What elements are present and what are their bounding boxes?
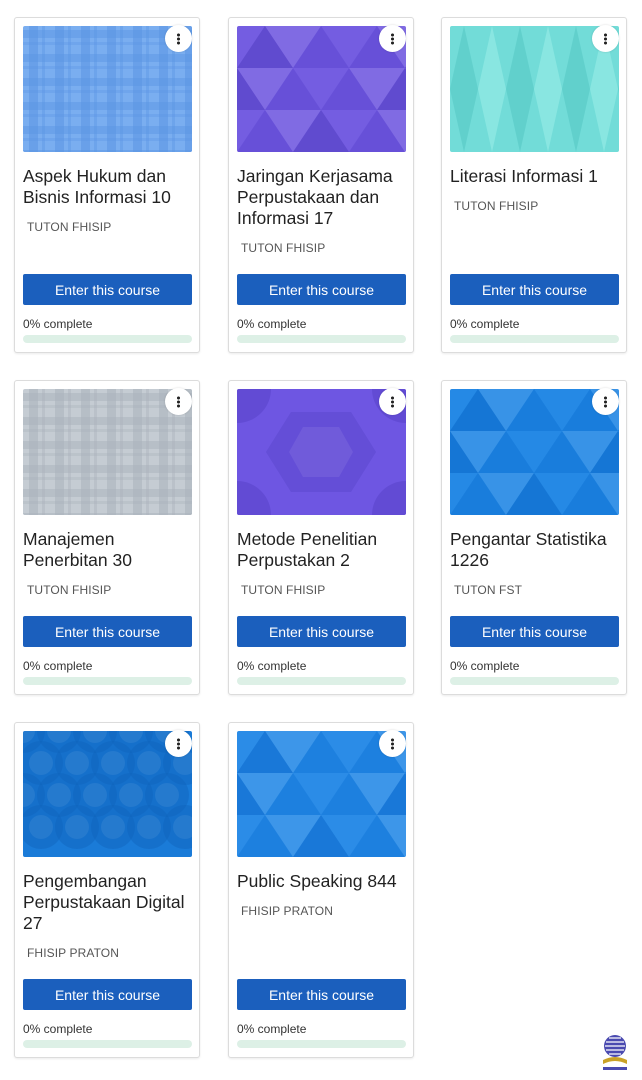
course-category: TUTON FHISIP [241,241,326,255]
course-title[interactable]: Public Speaking 844 [237,871,409,892]
course-title[interactable]: Literasi Informasi 1 [450,166,622,187]
course-card: Metode Penelitian Perpustakan 2 TUTON FH… [228,380,414,695]
course-menu-icon[interactable] [379,730,406,757]
course-grid: Aspek Hukum dan Bisnis Informasi 10 TUTO… [0,0,642,1080]
course-category: FHISIP PRATON [27,946,119,960]
progress-text: 0% complete [237,1022,307,1036]
course-card: Pengantar Statistika 1226 TUTON FST Ente… [441,380,627,695]
course-card: Literasi Informasi 1 TUTON FHISIP Enter … [441,17,627,353]
course-category: TUTON FHISIP [241,583,326,597]
course-category: TUTON FHISIP [27,583,112,597]
progress-bar [23,677,192,685]
enter-course-button[interactable]: Enter this course [237,274,406,305]
course-menu-icon[interactable] [165,25,192,52]
progress-bar [23,1040,192,1048]
enter-course-button[interactable]: Enter this course [237,616,406,647]
course-title[interactable]: Metode Penelitian Perpustakan 2 [237,529,409,571]
course-card: Jaringan Kerjasama Perpustakaan dan Info… [228,17,414,353]
course-menu-icon[interactable] [379,388,406,415]
course-title[interactable]: Pengembangan Perpustakaan Digital 27 [23,871,195,934]
progress-text: 0% complete [23,317,93,331]
course-card: Aspek Hukum dan Bisnis Informasi 10 TUTO… [14,17,200,353]
enter-course-button[interactable]: Enter this course [450,274,619,305]
course-title[interactable]: Pengantar Statistika 1226 [450,529,622,571]
course-menu-icon[interactable] [165,388,192,415]
enter-course-button[interactable]: Enter this course [450,616,619,647]
course-menu-icon[interactable] [592,388,619,415]
course-card: Manajemen Penerbitan 30 TUTON FHISIP Ent… [14,380,200,695]
course-menu-icon[interactable] [592,25,619,52]
progress-text: 0% complete [23,1022,93,1036]
course-title[interactable]: Jaringan Kerjasama Perpustakaan dan Info… [237,166,409,229]
course-title[interactable]: Manajemen Penerbitan 30 [23,529,195,571]
course-menu-icon[interactable] [379,25,406,52]
course-category: TUTON FHISIP [27,220,112,234]
course-card: Pengembangan Perpustakaan Digital 27 FHI… [14,722,200,1058]
university-logo [603,1035,627,1070]
course-card: Public Speaking 844 FHISIP PRATON Enter … [228,722,414,1058]
enter-course-button[interactable]: Enter this course [23,274,192,305]
course-category: TUTON FHISIP [454,199,539,213]
enter-course-button[interactable]: Enter this course [237,979,406,1010]
progress-text: 0% complete [237,659,307,673]
progress-text: 0% complete [23,659,93,673]
enter-course-button[interactable]: Enter this course [23,616,192,647]
progress-bar [237,677,406,685]
course-menu-icon[interactable] [165,730,192,757]
progress-text: 0% complete [450,659,520,673]
progress-text: 0% complete [237,317,307,331]
enter-course-button[interactable]: Enter this course [23,979,192,1010]
progress-bar [450,335,619,343]
course-category: FHISIP PRATON [241,904,333,918]
course-category: TUTON FST [454,583,523,597]
progress-text: 0% complete [450,317,520,331]
course-title[interactable]: Aspek Hukum dan Bisnis Informasi 10 [23,166,195,208]
progress-bar [237,1040,406,1048]
progress-bar [23,335,192,343]
progress-bar [450,677,619,685]
progress-bar [237,335,406,343]
